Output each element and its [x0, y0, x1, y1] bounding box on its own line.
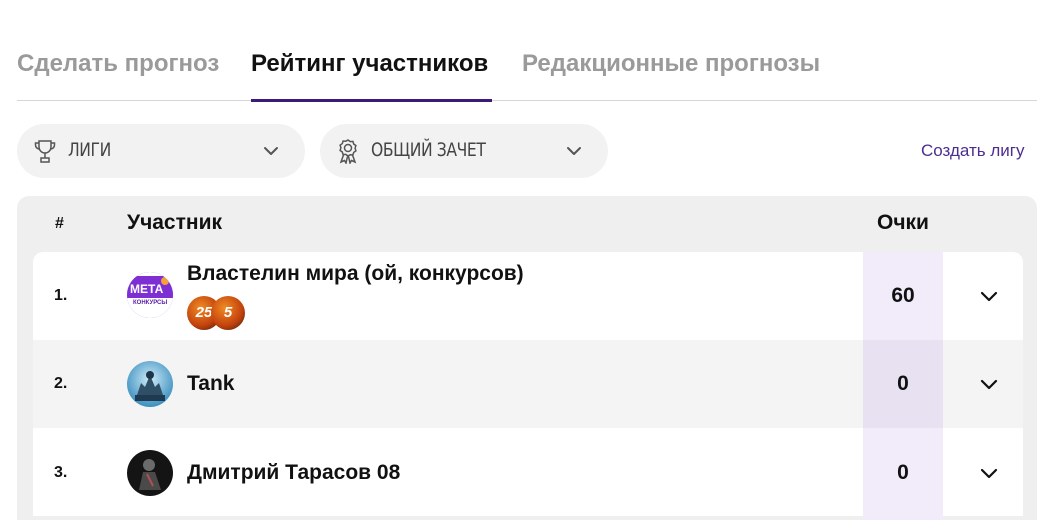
avatar[interactable] [127, 361, 173, 407]
standings-dropdown-label: ОБЩИЙ ЗАЧЕТ [371, 139, 486, 161]
achievement-badges: 25 5 [187, 296, 247, 330]
trophy-icon [34, 140, 56, 163]
tab-bar: Сделать прогноз Рейтинг участников Редак… [17, 0, 1037, 102]
leagues-dropdown[interactable]: ЛИГИ [17, 124, 305, 178]
row-rank: 2. [54, 375, 68, 392]
avatar[interactable]: МЕТА КОНКУРСЫ [127, 272, 173, 318]
leagues-dropdown-label: ЛИГИ [68, 139, 111, 161]
row-rank: 3. [54, 464, 68, 481]
participant-name[interactable]: Властелин мира (ой, конкурсов) [187, 262, 524, 286]
chevron-down-icon [567, 147, 581, 155]
points-column-header: Очки [877, 211, 929, 234]
expand-chevron-icon[interactable] [977, 284, 1001, 308]
participant-name[interactable]: Дмитрий Тарасов 08 [187, 461, 400, 485]
row-rank: 1. [54, 287, 68, 304]
create-league-link[interactable]: Создать лигу [921, 141, 1024, 161]
tab-make-prediction[interactable]: Сделать прогноз [17, 50, 219, 78]
rank-column-header: # [55, 215, 64, 232]
award-ribbon-icon [339, 139, 357, 164]
avatar[interactable] [127, 450, 173, 496]
expand-chevron-icon[interactable] [977, 461, 1001, 485]
tab-participants-rating[interactable]: Рейтинг участников [251, 50, 488, 78]
avatar-logo-text: МЕТА [130, 282, 164, 296]
avatar-logo-subtext: КОНКУРСЫ [133, 300, 167, 306]
standings-dropdown[interactable]: ОБЩИЙ ЗАЧЕТ [320, 124, 608, 178]
participant-points: 0 [897, 461, 909, 484]
participant-column-header: Участник [127, 211, 223, 234]
participant-points: 60 [891, 284, 915, 307]
participant-name[interactable]: Tank [187, 372, 234, 396]
participant-points: 0 [897, 372, 909, 395]
chevron-down-icon [264, 147, 278, 155]
achievement-badge[interactable]: 5 [211, 296, 245, 330]
expand-chevron-icon[interactable] [977, 372, 1001, 396]
tab-editorial-predictions[interactable]: Редакционные прогнозы [522, 50, 820, 78]
active-tab-indicator [251, 99, 492, 102]
